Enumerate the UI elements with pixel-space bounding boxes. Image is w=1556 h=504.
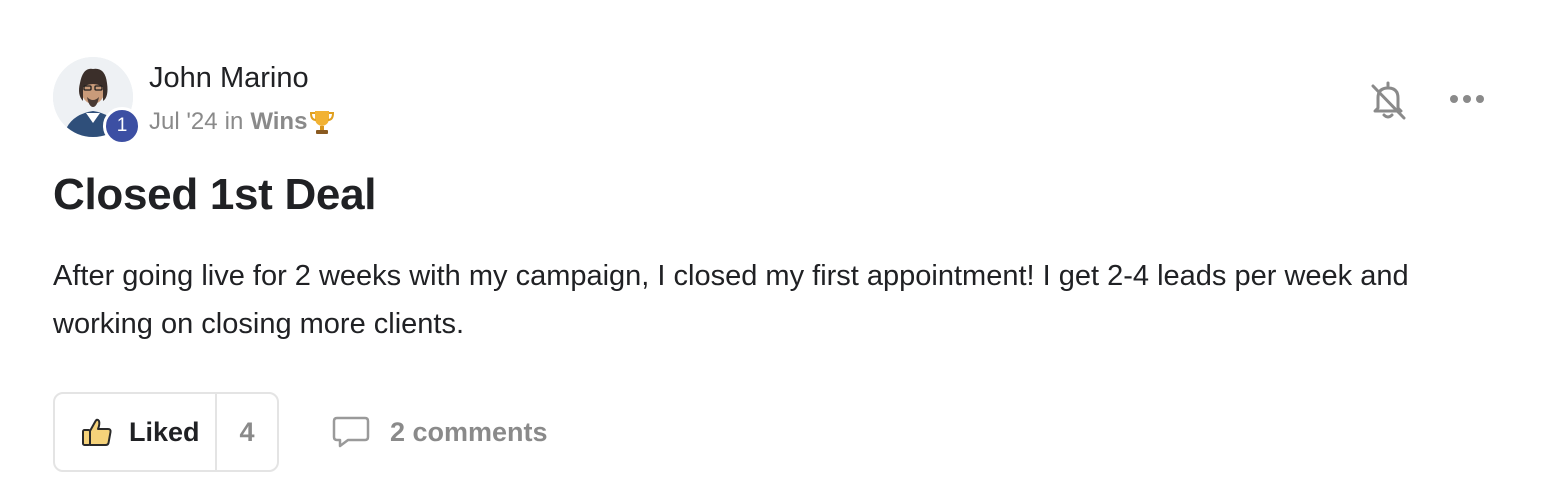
ellipsis-icon	[1450, 95, 1484, 103]
post-body: After going live for 2 weeks with my cam…	[53, 260, 1409, 340]
post-card: 1 John Marino Jul '24 in Wins Closed 1st…	[0, 0, 1556, 504]
thumbs-up-icon	[82, 418, 112, 446]
author-name[interactable]: John Marino	[149, 62, 309, 95]
comment-bubble-icon	[332, 416, 370, 448]
more-options-button[interactable]	[1446, 86, 1488, 112]
author-avatar[interactable]: 1	[53, 57, 141, 145]
category-link[interactable]: Wins	[250, 108, 307, 136]
like-count[interactable]: 4	[217, 394, 277, 470]
like-group: Liked 4	[53, 392, 279, 472]
mute-notifications-button[interactable]	[1368, 78, 1408, 122]
comments-button[interactable]: 2 comments	[332, 414, 548, 450]
like-button[interactable]: Liked	[55, 394, 217, 470]
level-badge: 1	[103, 107, 141, 145]
meta-separator: in	[224, 108, 244, 135]
post-date[interactable]: Jul '24	[149, 108, 218, 136]
trophy-icon	[310, 111, 335, 134]
bell-slash-icon	[1371, 81, 1406, 120]
comments-label: 2 comments	[390, 416, 548, 447]
like-label: Liked	[129, 416, 200, 447]
post-meta: Jul '24 in Wins	[149, 108, 335, 136]
post-title[interactable]: Closed 1st Deal	[53, 170, 376, 220]
